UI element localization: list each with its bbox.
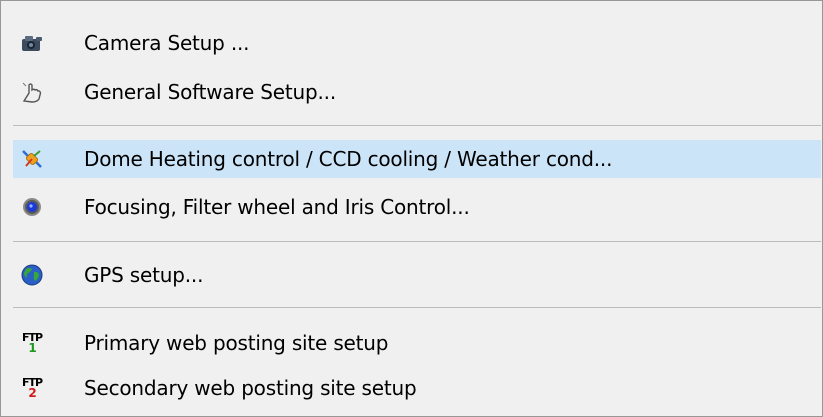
menu-separator	[13, 125, 821, 126]
menu-item-label: Secondary web posting site setup	[84, 376, 417, 400]
lens-icon	[19, 194, 45, 220]
menu-item-label: GPS setup...	[84, 263, 204, 287]
menu-item-gps-setup[interactable]: GPS setup...	[13, 256, 821, 294]
menu-item-secondary-web-posting[interactable]: FTP 2 Secondary web posting site setup	[13, 369, 821, 407]
plug-icon	[19, 146, 45, 172]
menu-item-label: Camera Setup ...	[84, 31, 250, 55]
menu-item-focusing-filter-iris[interactable]: Focusing, Filter wheel and Iris Control.…	[13, 188, 821, 226]
ftp-2-icon: FTP 2	[21, 376, 43, 400]
menu-separator	[13, 241, 821, 242]
menu-item-general-software-setup[interactable]: General Software Setup...	[13, 73, 821, 111]
hand-pointer-icon	[19, 79, 45, 105]
menu-item-camera-setup[interactable]: Camera Setup ...	[13, 24, 821, 62]
menu-item-label: Focusing, Filter wheel and Iris Control.…	[84, 195, 470, 219]
globe-icon	[19, 262, 45, 288]
menu-item-dome-heating[interactable]: Dome Heating control / CCD cooling / Wea…	[13, 140, 821, 178]
context-menu: Camera Setup ... General Software Setup.…	[0, 0, 823, 417]
menu-item-label: Dome Heating control / CCD cooling / Wea…	[84, 147, 613, 171]
ftp-1-icon: FTP 1	[21, 331, 43, 355]
camera-icon	[19, 30, 45, 56]
menu-separator	[13, 307, 821, 308]
menu-item-primary-web-posting[interactable]: FTP 1 Primary web posting site setup	[13, 324, 821, 362]
menu-item-label: General Software Setup...	[84, 80, 336, 104]
menu-item-label: Primary web posting site setup	[84, 331, 389, 355]
